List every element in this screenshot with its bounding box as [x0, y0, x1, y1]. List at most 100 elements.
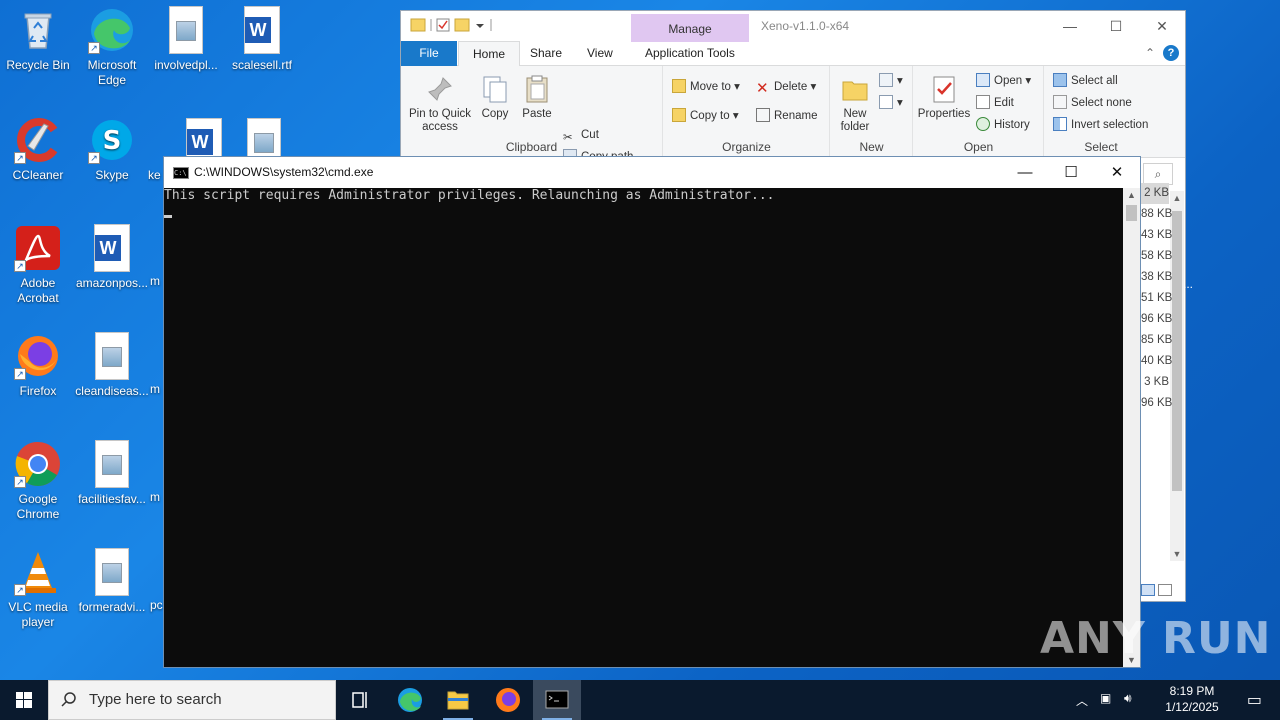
collapse-ribbon-icon[interactable]: ⌃	[1145, 46, 1155, 60]
rename-button[interactable]: Rename	[756, 107, 817, 125]
select-all-button[interactable]: Select all	[1053, 72, 1118, 90]
new-folder-label: New folder	[840, 108, 870, 133]
desktop-icon-firefox[interactable]: ↗ Firefox	[0, 332, 76, 399]
new-item-icon[interactable]: ▾	[879, 72, 903, 90]
cmd-scrollbar[interactable]: ▲ ▼	[1123, 188, 1140, 667]
properties-label: Properties	[917, 108, 971, 120]
explorer-scrollbar[interactable]: ▲ ▼	[1170, 191, 1184, 561]
show-hidden-icons-icon[interactable]: ︿	[1076, 692, 1088, 709]
desktop-icon-scalesell[interactable]: W scalesell.rtf	[224, 6, 300, 73]
desktop-icon-cleandiseas[interactable]: cleandiseas...	[74, 332, 150, 399]
copy-icon	[480, 74, 510, 104]
taskbar-file-explorer[interactable]	[434, 680, 482, 720]
scrollbar-thumb[interactable]	[1172, 211, 1182, 491]
desktop-icon-adobe-acrobat[interactable]: ↗ Adobe Acrobat	[0, 224, 76, 306]
image-file-icon	[95, 332, 129, 380]
desktop-icon-label: CCleaner	[12, 168, 64, 182]
desktop-icon-edge[interactable]: ↗ Microsoft Edge	[74, 6, 150, 88]
minimize-button[interactable]: —	[1047, 11, 1093, 41]
help-icon[interactable]: ?	[1163, 45, 1179, 61]
search-icon[interactable]: ⌕	[1143, 163, 1173, 185]
notifications-icon[interactable]: ▭	[1247, 690, 1262, 710]
maximize-button[interactable]: ☐	[1093, 11, 1139, 41]
desktop-icon-facilitiesfav[interactable]: facilitiesfav...	[74, 440, 150, 507]
adobe-acrobat-icon: ↗	[14, 224, 62, 272]
tab-view[interactable]: View	[573, 41, 627, 66]
volume-icon[interactable]: 🔊︎	[1124, 691, 1132, 706]
edit-button[interactable]: Edit	[976, 94, 1014, 112]
organize-group-label: Organize	[722, 140, 771, 154]
invert-selection-label: Invert selection	[1071, 119, 1149, 131]
select-none-button[interactable]: Select none	[1053, 94, 1132, 112]
history-icon	[976, 117, 990, 131]
paste-button[interactable]: Paste	[517, 74, 557, 121]
start-button[interactable]	[0, 680, 48, 720]
quick-access-toolbar[interactable]	[409, 17, 509, 36]
desktop-icon-ccleaner[interactable]: ↗ CCleaner	[0, 116, 76, 183]
cmd-window[interactable]: C:\ C:\WINDOWS\system32\cmd.exe — ☐ ✕ Th…	[163, 156, 1141, 668]
clock[interactable]: 8:19 PM 1/12/2025	[1162, 683, 1222, 715]
shortcut-arrow-icon: ↗	[88, 152, 100, 164]
tab-share[interactable]: Share	[516, 41, 576, 66]
minimize-button[interactable]: —	[1002, 157, 1048, 188]
desktop-icon-skype[interactable]: S ↗ Skype	[74, 116, 150, 183]
copy-to-button[interactable]: Copy to ▾	[672, 107, 739, 125]
tab-application-tools[interactable]: Application Tools	[631, 41, 749, 66]
maximize-button[interactable]: ☐	[1048, 157, 1094, 188]
file-size: 96 KB	[1141, 397, 1173, 409]
copy-button[interactable]: Copy	[475, 74, 515, 121]
view-toggle[interactable]	[1141, 584, 1173, 599]
taskbar-cmd[interactable]	[533, 680, 581, 720]
tab-home[interactable]: Home	[458, 41, 521, 66]
tab-manage[interactable]: Manage	[631, 14, 749, 42]
edge-icon	[398, 688, 422, 712]
file-size: 51 KB	[1141, 292, 1173, 304]
properties-button[interactable]: Properties	[916, 74, 972, 121]
move-to-button[interactable]: Move to ▾	[672, 78, 740, 96]
tab-file[interactable]: File	[401, 41, 457, 66]
shortcut-arrow-icon: ↗	[14, 260, 26, 272]
file-size: 38 KB	[1141, 271, 1173, 283]
large-icons-view-icon[interactable]	[1158, 584, 1173, 596]
invert-selection-button[interactable]: Invert selection	[1053, 116, 1148, 134]
desktop-icon-google-chrome[interactable]: ↗ Google Chrome	[0, 440, 76, 522]
taskbar-edge[interactable]	[386, 680, 434, 720]
desktop-icon-label: facilitiesfav...	[78, 492, 146, 506]
scroll-down-icon[interactable]: ▼	[1170, 549, 1184, 559]
task-view-button[interactable]	[336, 680, 384, 720]
desktop-icon-vlc[interactable]: ↗ VLC media player	[0, 548, 76, 630]
explorer-titlebar[interactable]: Manage Xeno-v1.1.0-x64 — ☐ ✕	[401, 11, 1185, 42]
edit-label: Edit	[994, 97, 1014, 109]
task-view-icon	[352, 692, 367, 708]
details-view-icon[interactable]	[1141, 584, 1155, 596]
cmd-titlebar[interactable]: C:\ C:\WINDOWS\system32\cmd.exe — ☐ ✕	[164, 157, 1140, 188]
scrollbar-thumb[interactable]	[1126, 205, 1137, 221]
desktop-icon-recycle-bin[interactable]: Recycle Bin	[0, 6, 76, 73]
history-button[interactable]: History	[976, 116, 1030, 134]
taskbar-firefox[interactable]	[484, 680, 532, 720]
desktop-icon-formeradvi[interactable]: formeradvi...	[74, 548, 150, 615]
scroll-up-icon[interactable]: ▲	[1123, 190, 1140, 200]
easy-access-icon[interactable]: ▾	[879, 94, 903, 112]
taskbar-search-input[interactable]: Type here to search	[48, 680, 336, 720]
rename-icon	[756, 108, 770, 122]
organize-group: Move to ▾ Copy to ▾ ✕ Delete ▾ Rename Org…	[664, 66, 830, 158]
scroll-up-icon[interactable]: ▲	[1170, 193, 1184, 203]
clipboard-group-label: Clipboard	[505, 140, 558, 154]
pin-to-quick-access-button[interactable]: Pin to Quick access	[407, 74, 473, 134]
new-folder-button[interactable]: New folder	[835, 74, 875, 134]
desktop-icon-involvedpl[interactable]: involvedpl...	[148, 6, 224, 73]
network-icon[interactable]: ▣	[1100, 691, 1111, 705]
close-button[interactable]: ✕	[1094, 157, 1140, 188]
desktop-icon-amazonpos[interactable]: W amazonpos...	[74, 224, 150, 291]
console-output[interactable]: This script requires Administrator privi…	[164, 188, 1123, 667]
console-cursor	[164, 215, 172, 218]
edge-icon: ↗	[88, 6, 136, 54]
open-button[interactable]: Open ▾	[976, 72, 1031, 90]
delete-button[interactable]: ✕ Delete ▾	[756, 78, 816, 96]
anyrun-watermark: ANY RUN	[1040, 613, 1272, 664]
desktop-icon-label: Google Chrome	[16, 492, 60, 521]
clock-date: 1/12/2025	[1165, 700, 1219, 714]
desktop-icon-label: VLC media player	[8, 600, 68, 629]
close-button[interactable]: ✕	[1139, 11, 1185, 41]
